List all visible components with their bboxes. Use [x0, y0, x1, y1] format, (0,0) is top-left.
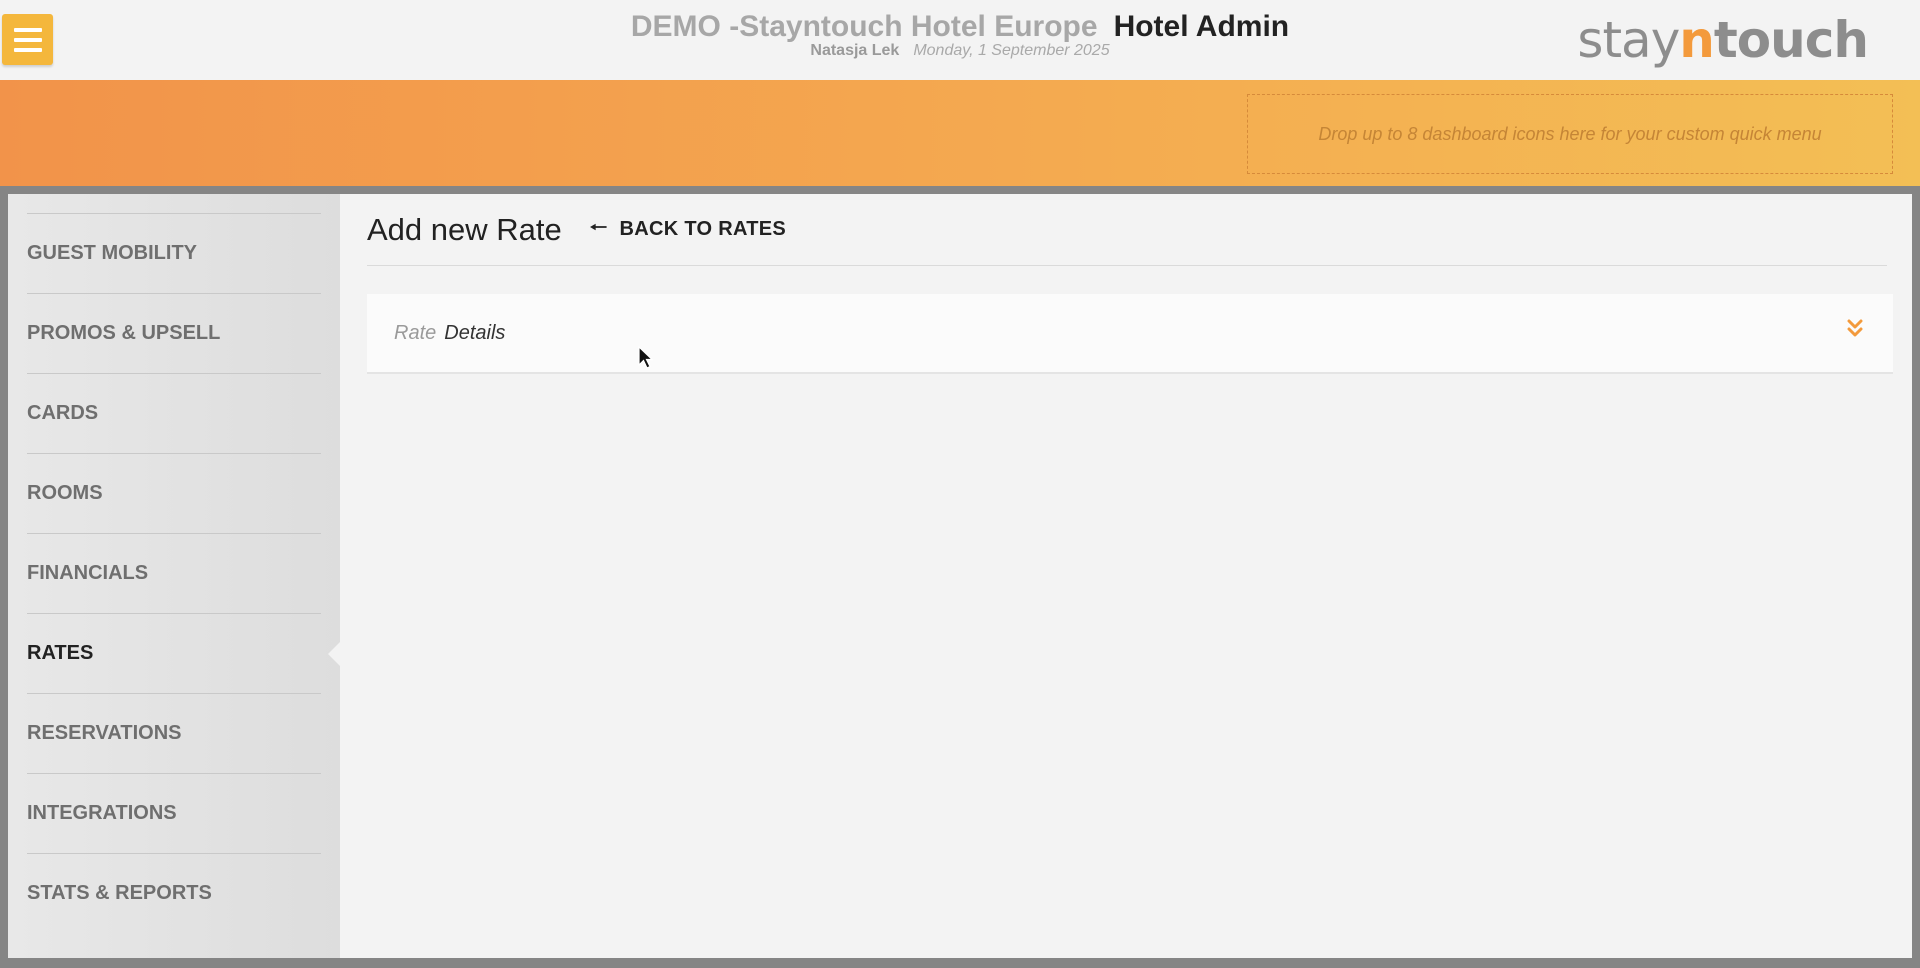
sidebar-item-label: CARDS	[27, 402, 99, 424]
sidebar-item-label: RESERVATIONS	[27, 722, 182, 744]
sidebar-item-label: RATES	[27, 642, 94, 664]
back-to-rates-link[interactable]: 🠐 BACK TO RATES	[590, 213, 786, 247]
page-title: Add new Rate	[367, 211, 562, 247]
arrow-left-icon: 🠐	[589, 216, 608, 239]
sidebar-item-reservations[interactable]: RESERVATIONS	[27, 693, 321, 773]
user-name: Natasja Lek	[810, 42, 900, 59]
sidebar-item-label: FINANCIALS	[27, 562, 149, 584]
accordion-title-main: Details	[444, 321, 506, 344]
sidebar-item-cards[interactable]: CARDS	[27, 373, 321, 453]
double-chevron-down-icon[interactable]	[1847, 318, 1863, 340]
sidebar-item-stats-reports[interactable]: STATS & REPORTS	[27, 853, 321, 933]
stayntouch-logo: stayntouch	[1577, 10, 1869, 70]
main-content: Add new Rate 🠐 BACK TO RATES Rate Details	[340, 194, 1912, 958]
accordion-title-prefix: Rate	[394, 321, 437, 344]
quick-menu-dropzone[interactable]: Drop up to 8 dashboard icons here for yo…	[1247, 94, 1893, 174]
sidebar-item-financials[interactable]: FINANCIALS	[27, 533, 321, 613]
top-header: DEMO -Stayntouch Hotel Europe Hotel Admin…	[0, 0, 1920, 80]
dashboard-banner: Drop up to 8 dashboard icons here for yo…	[0, 80, 1920, 186]
app-name: Hotel Admin	[1113, 10, 1290, 43]
rate-details-accordion[interactable]: Rate Details	[367, 294, 1893, 374]
sidebar-item-rooms[interactable]: ROOMS	[27, 453, 321, 533]
sidebar-item-integrations[interactable]: INTEGRATIONS	[27, 773, 321, 853]
active-item-pointer	[328, 642, 340, 666]
sidebar-item-label: ROOMS	[27, 482, 103, 504]
sidebar-menu: GUEST MOBILITY PROMOS & UPSELL CARDS ROOMS F…	[27, 213, 321, 933]
business-date: Monday, 1 September 2025	[913, 42, 1110, 59]
content-header: Add new Rate 🠐 BACK TO RATES	[367, 194, 1887, 266]
logo-text-touch: touch	[1713, 11, 1869, 69]
logo-text-n: n	[1679, 11, 1715, 69]
sidebar-item-label: PROMOS & UPSELL	[27, 322, 221, 344]
sidebar-item-promos-upsell[interactable]: PROMOS & UPSELL	[27, 293, 321, 373]
sidebar-item-rates[interactable]: RATES	[27, 613, 321, 693]
accordion-title: Rate Details	[394, 322, 505, 345]
sidebar-item-guest-mobility[interactable]: GUEST MOBILITY	[27, 213, 321, 293]
hotel-name: DEMO -Stayntouch Hotel Europe	[630, 10, 1098, 43]
quick-menu-placeholder: Drop up to 8 dashboard icons here for yo…	[1318, 123, 1822, 144]
admin-sidebar[interactable]: GUEST MOBILITY PROMOS & UPSELL CARDS ROOMS F…	[8, 194, 340, 958]
sidebar-item-label: INTEGRATIONS	[27, 802, 177, 824]
sidebar-item-label: GUEST MOBILITY	[27, 242, 197, 264]
sidebar-item-label: STATS & REPORTS	[27, 882, 212, 904]
back-to-rates-label: BACK TO RATES	[619, 218, 787, 240]
logo-text-stay: stay	[1577, 11, 1680, 69]
